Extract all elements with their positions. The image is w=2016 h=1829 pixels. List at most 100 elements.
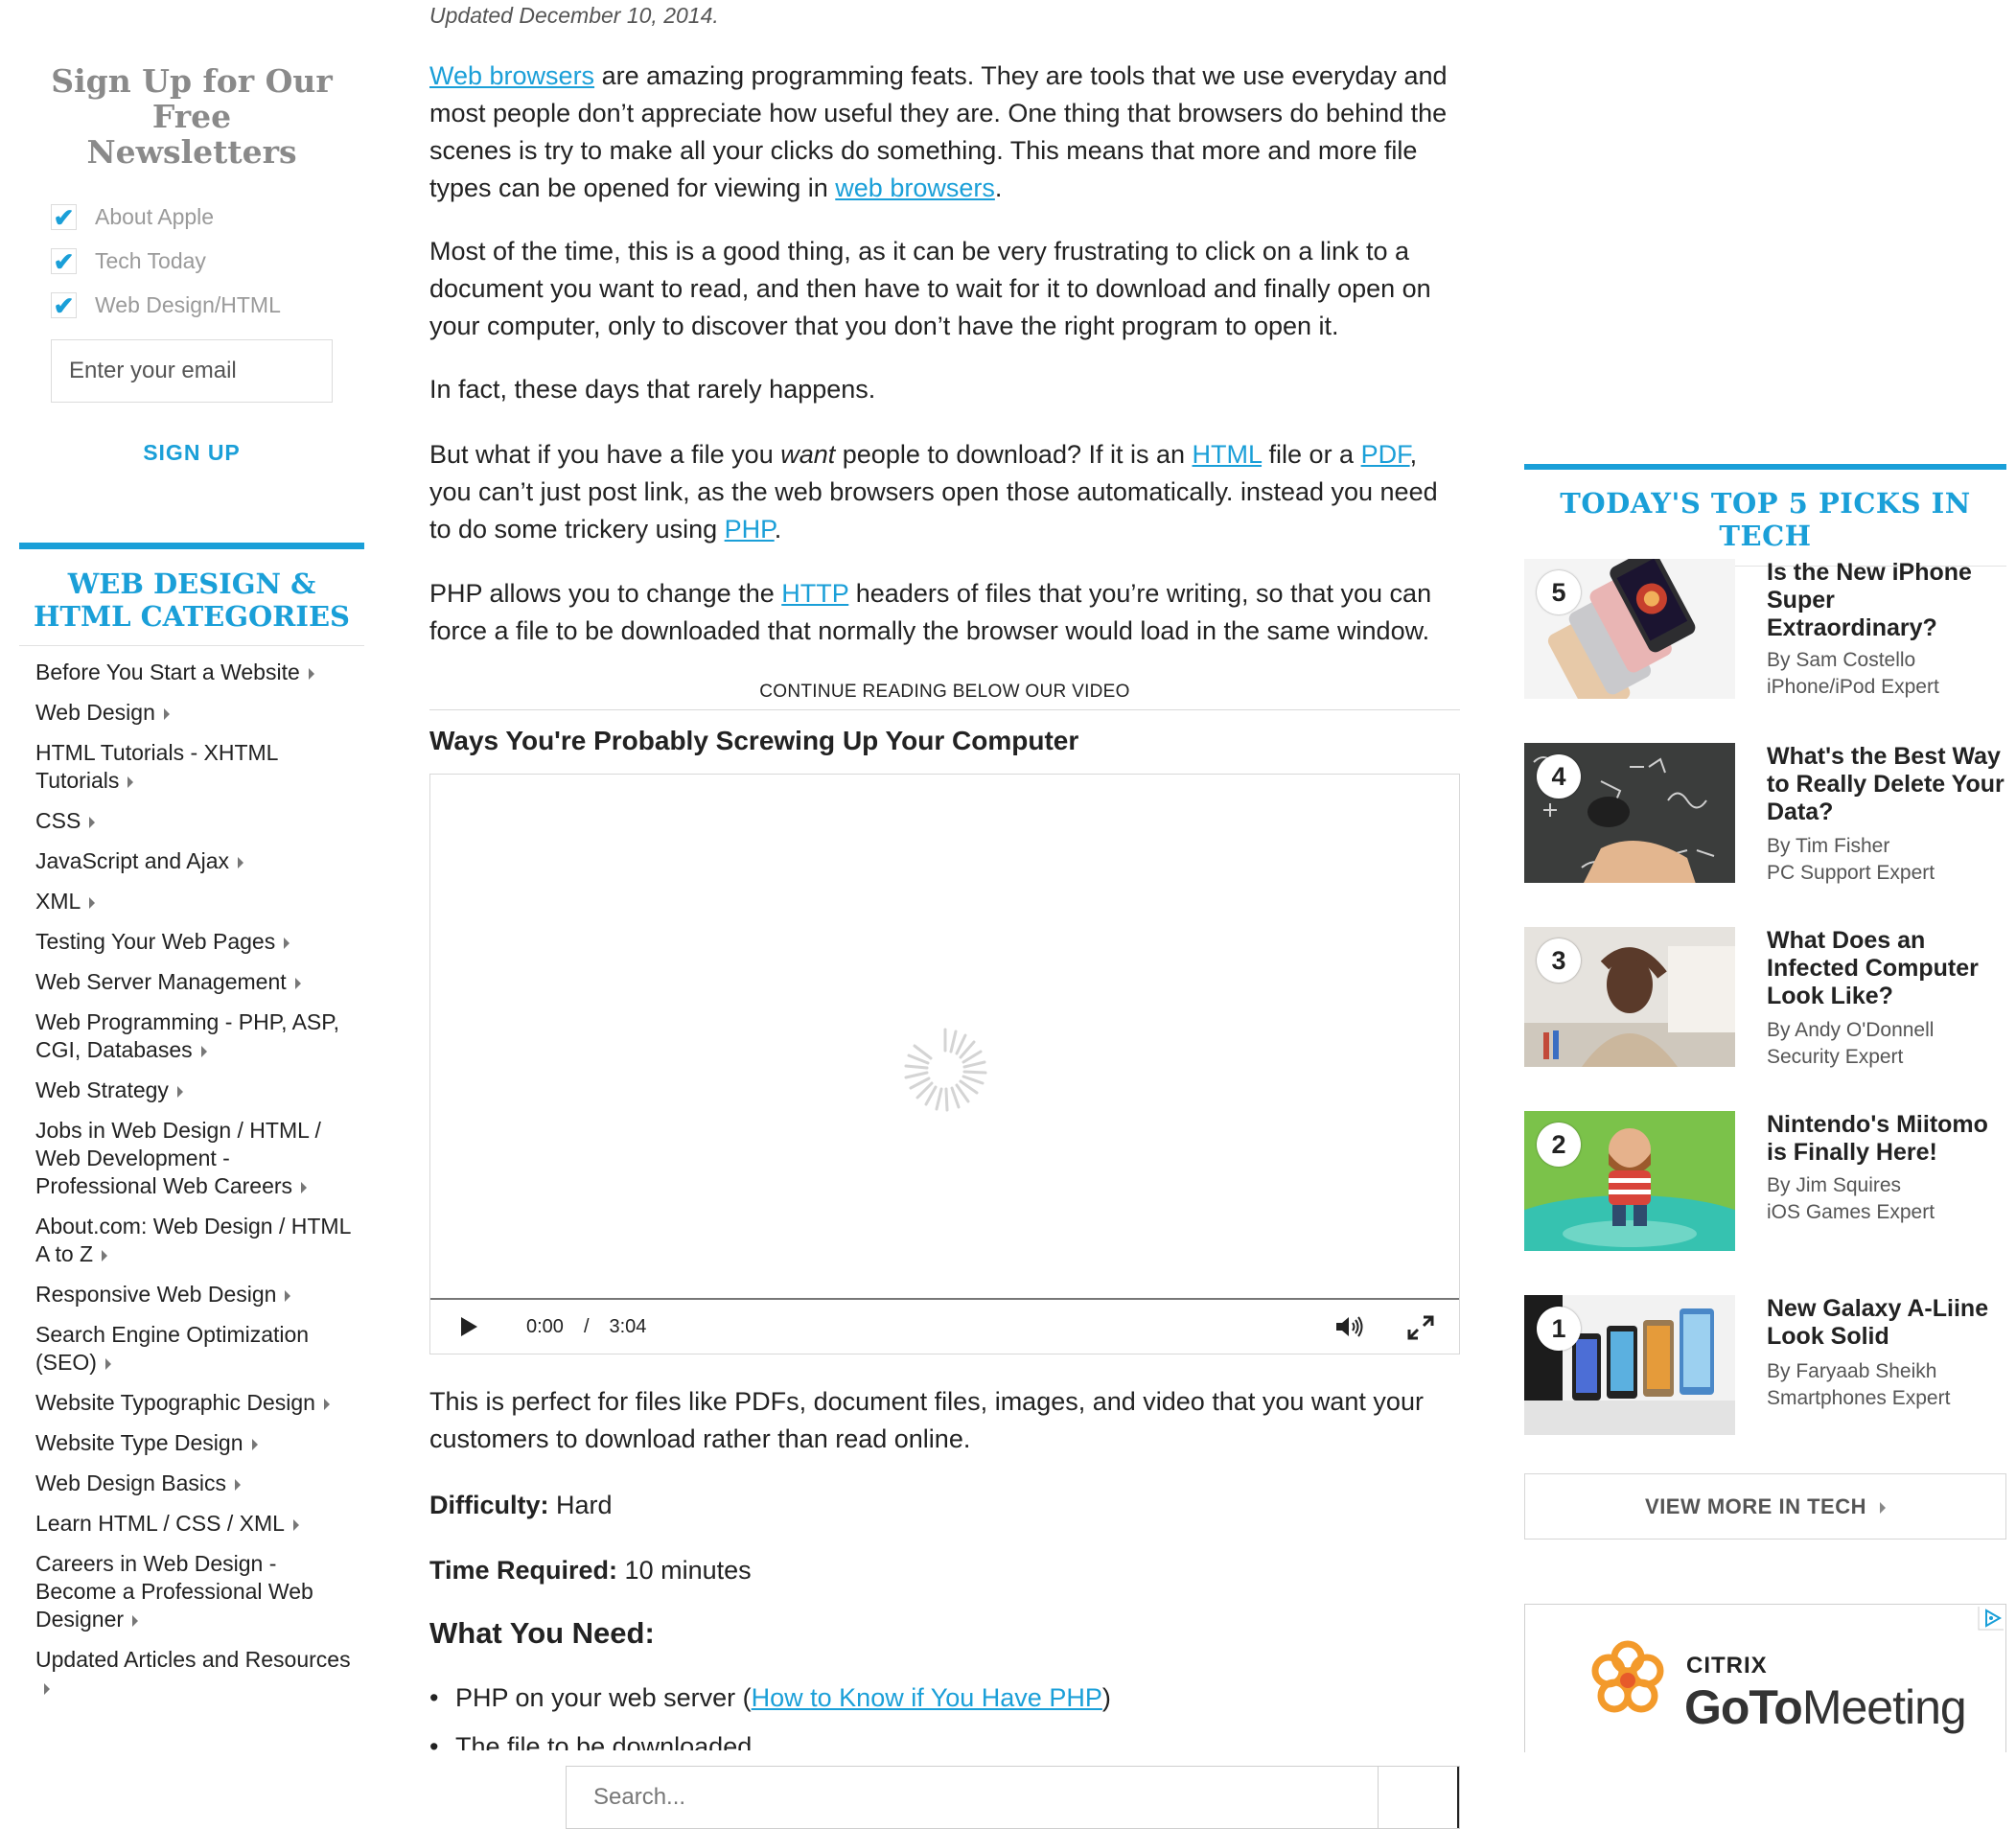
pick-item[interactable]: 5 Is the New iPhone Super Extraordinary?… — [1524, 559, 2006, 701]
ad-brand-name: GoToMeeting — [1684, 1680, 1967, 1734]
pick-rank-badge: 1 — [1537, 1307, 1581, 1351]
caret-right-icon — [1879, 1502, 1886, 1515]
pick-thumbnail[interactable]: 3 — [1524, 927, 1735, 1067]
newsletter-option-tech-today[interactable]: ✔ Tech Today — [51, 239, 333, 283]
pick-role: Security Expert — [1767, 1046, 1904, 1068]
categories-list: Before You Start a Website Web Design HT… — [19, 646, 364, 1702]
gotomeeting-flower-logo — [1591, 1640, 1664, 1713]
category-item[interactable]: Learn HTML / CSS / XML — [35, 1510, 352, 1538]
category-item[interactable]: Web Strategy — [35, 1077, 352, 1104]
categories-accent-bar — [19, 543, 364, 549]
newsletter-option-label: Web Design/HTML — [95, 291, 281, 317]
category-item[interactable]: Updated Articles and Resources — [35, 1646, 352, 1702]
video-player[interactable]: 0:00 / 3:04 — [429, 774, 1460, 1354]
volume-icon[interactable] — [1334, 1315, 1365, 1338]
pick-author: By Jim Squires — [1767, 1174, 1902, 1196]
pick-title[interactable]: What's the Best Way to Really Delete You… — [1767, 743, 2006, 826]
caret-right-icon — [102, 1249, 108, 1262]
caret-right-icon — [176, 1085, 183, 1098]
pick-title[interactable]: Is the New iPhone Super Extraordinary? — [1767, 559, 2006, 642]
categories-sidebar: WEB DESIGN & HTML CATEGORIES Before You … — [19, 543, 364, 1714]
pick-item[interactable]: 4 What's the Best Way to Really Delete Y… — [1524, 743, 2006, 885]
pick-author: By Tim Fisher — [1767, 835, 1890, 857]
article-paragraph: Most of the time, this is a good thing, … — [429, 237, 1431, 340]
know-php-link[interactable]: How to Know if You Have PHP — [752, 1683, 1102, 1712]
caret-right-icon — [301, 1181, 308, 1193]
caret-right-icon — [89, 816, 96, 828]
search-button[interactable] — [1378, 1767, 1459, 1828]
article-paragraph: But what if you have a file you want peo… — [429, 440, 1438, 544]
category-item[interactable]: Website Type Design — [35, 1429, 352, 1457]
time-required-line: Time Required: 10 minutes — [429, 1556, 752, 1585]
caret-right-icon — [294, 977, 301, 989]
top-picks: TODAY'S TOP 5 PICKS IN TECH 5 Is the New… — [1524, 464, 2006, 1435]
category-item[interactable]: Testing Your Web Pages — [35, 928, 352, 956]
category-item[interactable]: Web Design — [35, 699, 352, 727]
pick-thumbnail[interactable]: 2 — [1524, 1111, 1735, 1251]
pick-rank-badge: 3 — [1537, 938, 1581, 983]
caret-right-icon — [308, 667, 314, 680]
ad-choices-icon[interactable] — [1977, 1605, 2005, 1632]
pick-title[interactable]: New Galaxy A-Liine Look Solid — [1767, 1295, 2006, 1351]
pick-title[interactable]: Nintendo's Miitomo is Finally Here! — [1767, 1111, 2006, 1167]
newsletter-option-label: About Apple — [95, 203, 215, 229]
article-paragraph: Web browsers are amazing programming fea… — [429, 61, 1448, 202]
article-paragraph: In fact, these days that rarely happens. — [429, 375, 876, 404]
category-item[interactable]: Jobs in Web Design / HTML / Web Developm… — [35, 1117, 352, 1200]
pick-item[interactable]: 3 What Does an Infected Computer Look Li… — [1524, 927, 2006, 1069]
pick-author: By Andy O'Donnell — [1767, 1019, 1935, 1041]
fullscreen-icon[interactable] — [1407, 1315, 1434, 1340]
pick-thumbnail[interactable]: 5 — [1524, 559, 1735, 699]
category-item[interactable]: XML — [35, 888, 352, 915]
email-field[interactable] — [51, 339, 333, 403]
play-icon[interactable] — [461, 1317, 477, 1336]
html-link[interactable]: HTML — [1193, 440, 1263, 469]
php-link[interactable]: PHP — [725, 515, 775, 544]
pick-rank-badge: 5 — [1537, 570, 1581, 614]
pick-rank-badge: 4 — [1537, 754, 1581, 799]
caret-right-icon — [44, 1682, 50, 1695]
checkmark-icon[interactable]: ✔ — [51, 203, 77, 230]
checkmark-icon[interactable]: ✔ — [51, 291, 77, 318]
article-paragraph: This is perfect for files like PDFs, doc… — [429, 1387, 1424, 1453]
pick-thumbnail[interactable]: 1 — [1524, 1295, 1735, 1435]
web-browsers-link[interactable]: web browsers — [835, 174, 995, 202]
category-item[interactable]: About.com: Web Design / HTML A to Z — [35, 1213, 352, 1268]
pick-thumbnail[interactable]: 4 — [1524, 743, 1735, 883]
http-link[interactable]: HTTP — [781, 579, 848, 608]
category-item[interactable]: CSS — [35, 807, 352, 835]
caret-right-icon — [127, 776, 134, 788]
view-more-tech-button[interactable]: VIEW MORE IN TECH — [1524, 1473, 2006, 1540]
what-you-need-heading: What You Need: — [429, 1616, 655, 1650]
loading-spinner-icon — [904, 1028, 987, 1112]
video-current-time: 0:00 — [526, 1315, 564, 1337]
pick-item[interactable]: 1 New Galaxy A-Liine Look Solid By Farya… — [1524, 1295, 2006, 1437]
category-item[interactable]: Web Server Management — [35, 968, 352, 996]
checkmark-icon[interactable]: ✔ — [51, 247, 77, 274]
caret-right-icon — [104, 1357, 111, 1370]
sign-up-button[interactable]: SIGN UP — [51, 439, 333, 467]
category-item[interactable]: Careers in Web Design - Become a Profess… — [35, 1550, 352, 1633]
search-input[interactable] — [567, 1767, 1378, 1828]
pick-item[interactable]: 2 Nintendo's Miitomo is Finally Here! By… — [1524, 1111, 2006, 1253]
newsletter-option-web-design[interactable]: ✔ Web Design/HTML — [51, 283, 333, 327]
category-item[interactable]: Search Engine Optimization (SEO) — [35, 1321, 352, 1377]
category-item[interactable]: Responsive Web Design — [35, 1281, 352, 1308]
web-browsers-link[interactable]: Web browsers — [429, 61, 594, 90]
category-item[interactable]: Web Design Basics — [35, 1470, 352, 1497]
pick-rank-badge: 2 — [1537, 1123, 1581, 1167]
category-item[interactable]: HTML Tutorials - XHTML Tutorials — [35, 739, 352, 795]
caret-right-icon — [163, 707, 170, 720]
category-item[interactable]: Website Typographic Design — [35, 1389, 352, 1417]
category-item[interactable]: Before You Start a Website — [35, 659, 352, 686]
pick-title[interactable]: What Does an Infected Computer Look Like… — [1767, 927, 2006, 1010]
category-item[interactable]: Web Programming - PHP, ASP, CGI, Databas… — [35, 1008, 352, 1064]
advertisement[interactable]: CITRIX GoToMeeting — [1524, 1604, 2006, 1752]
pick-author: By Sam Costello — [1767, 649, 1916, 671]
picks-title: TODAY'S TOP 5 PICKS IN TECH — [1524, 470, 2006, 567]
newsletter-option-about-apple[interactable]: ✔ About Apple — [51, 195, 333, 239]
article-paragraph: PHP allows you to change the HTTP header… — [429, 579, 1432, 645]
pdf-link[interactable]: PDF — [1361, 440, 1410, 469]
caret-right-icon — [251, 1438, 258, 1450]
category-item[interactable]: JavaScript and Ajax — [35, 847, 352, 875]
